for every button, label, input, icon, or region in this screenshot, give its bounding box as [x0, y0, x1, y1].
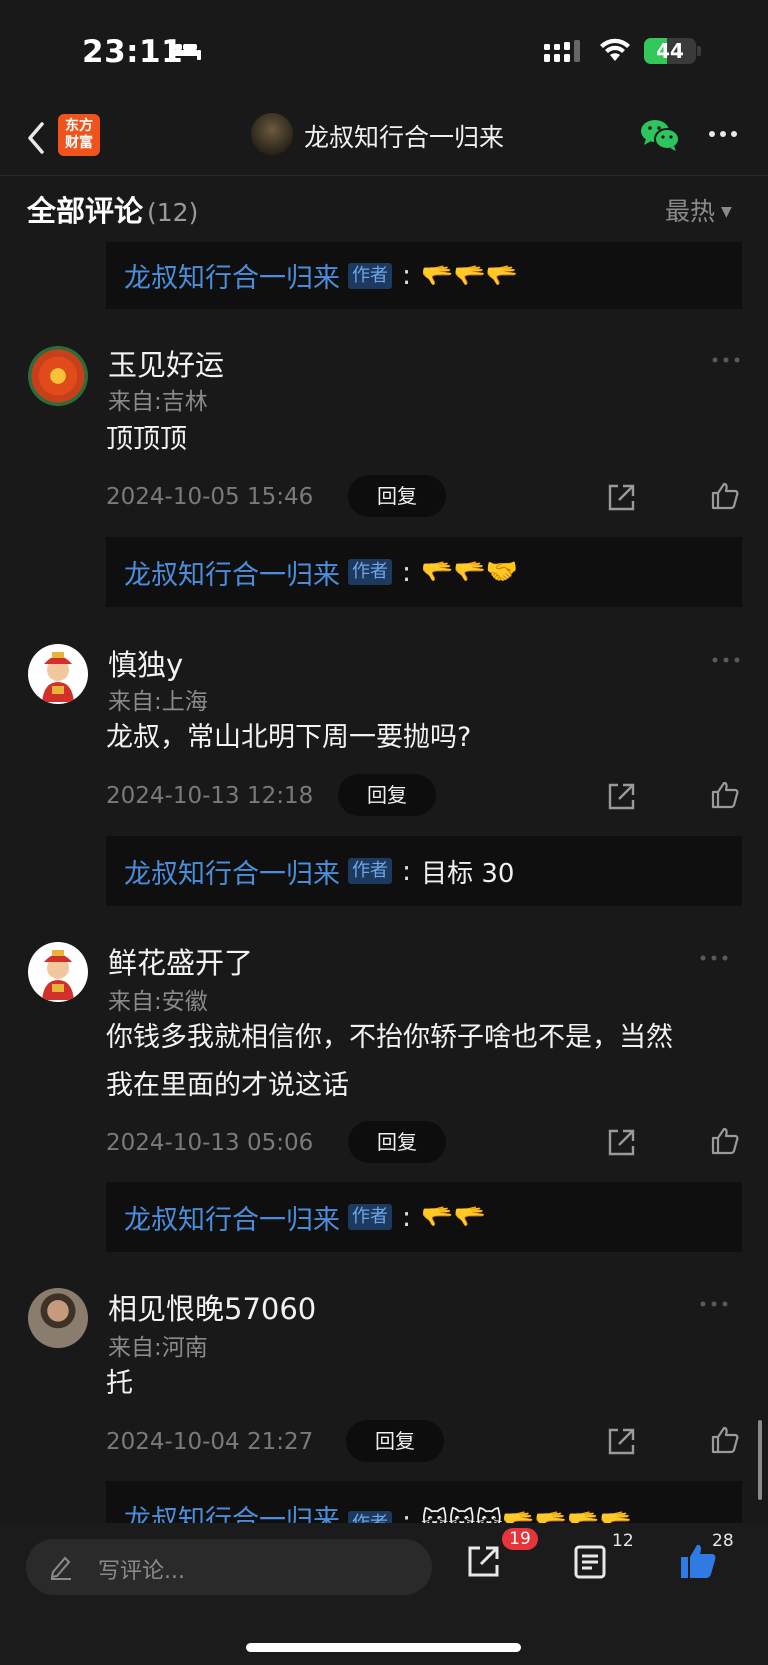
more-options-icon[interactable] — [708, 130, 738, 138]
home-indicator[interactable] — [246, 1643, 521, 1652]
battery-indicator: 44 — [644, 38, 696, 64]
wifi-icon — [600, 38, 630, 61]
avatar[interactable] — [28, 1288, 88, 1348]
comment-count: 12 — [612, 1531, 634, 1551]
comment-date: 2024-10-13 12:18 — [106, 783, 314, 809]
caret-down-icon: ▼ — [721, 204, 732, 220]
logo-line-2: 财富 — [65, 135, 93, 151]
reply-author-name[interactable]: 龙叔知行合一归来 — [124, 553, 340, 592]
thumbs-up-icon[interactable] — [710, 1126, 740, 1156]
comment-origin: 来自:吉林 — [108, 389, 208, 415]
comment-date: 2024-10-05 15:46 — [106, 484, 314, 510]
comment-more-icon[interactable] — [712, 357, 740, 363]
reply-text: 🫳🫳 — [421, 1202, 486, 1232]
comment-list-icon[interactable] — [574, 1545, 606, 1579]
author-reply[interactable]: 龙叔知行合一归来 作者 : 🫳🫳🫳 — [106, 242, 742, 309]
comment-username[interactable]: 慎独y — [108, 642, 183, 684]
author-name-title[interactable]: 龙叔知行合一归来 — [304, 118, 504, 154]
status-bar: 23:11 44 — [0, 0, 768, 100]
comment-username[interactable]: 相见恨晚57060 — [108, 1286, 316, 1328]
eastmoney-logo[interactable]: 东方 财富 — [58, 114, 100, 156]
comment-text-line: 我在里面的才说这话 — [106, 1070, 349, 1101]
comment-origin: 来自:河南 — [108, 1335, 208, 1361]
share-count-badge: 19 — [502, 1528, 538, 1550]
reply-text: 🫳🫳🫳 — [421, 260, 519, 291]
reply-button[interactable]: 回复 — [348, 475, 446, 517]
comments-count: (12) — [147, 198, 199, 227]
comment-more-icon[interactable] — [712, 657, 740, 663]
reply-author-name[interactable]: 龙叔知行合一归来 — [124, 852, 340, 891]
reply-text: 目标 30 — [421, 858, 515, 889]
comment-date: 2024-10-13 05:06 — [106, 1130, 314, 1156]
battery-cap — [697, 46, 701, 56]
wechat-share-icon[interactable] — [640, 118, 680, 152]
thumbs-up-icon[interactable] — [710, 1425, 740, 1455]
thumbs-up-icon[interactable] — [710, 780, 740, 810]
author-badge: 作者 — [348, 1511, 392, 1523]
comment-username[interactable]: 鲜花盛开了 — [108, 940, 253, 982]
reply-button[interactable]: 回复 — [346, 1420, 444, 1462]
comment-input-placeholder: 写评论... — [98, 1559, 185, 1584]
logo-line-1: 东方 — [65, 118, 93, 134]
comment-text: 托 — [106, 1368, 133, 1399]
comment-text: 你钱多我就相信你，不抬你轿子啥也不是，当然 我在里面的才说这话 — [106, 1014, 746, 1110]
author-badge: 作者 — [348, 858, 392, 884]
author-badge: 作者 — [348, 559, 392, 585]
comment-text: 龙叔，常山北明下周一要抛吗? — [106, 722, 472, 753]
author-reply[interactable]: 龙叔知行合一归来 作者 : 🐱🐱🐱🫳🫳🫳🫳 — [106, 1481, 742, 1523]
avatar[interactable] — [28, 346, 88, 406]
author-badge: 作者 — [348, 262, 392, 289]
comment-input[interactable]: 写评论... — [26, 1539, 432, 1595]
share-icon[interactable] — [466, 1545, 500, 1579]
author-badge: 作者 — [348, 1204, 392, 1230]
reply-author-name[interactable]: 龙叔知行合一归来 — [124, 1198, 340, 1237]
comment-text: 顶顶顶 — [106, 424, 187, 455]
share-icon[interactable] — [606, 782, 636, 812]
comment-date: 2024-10-04 21:27 — [106, 1429, 314, 1455]
avatar[interactable] — [28, 644, 88, 704]
share-icon[interactable] — [606, 1427, 636, 1457]
sort-dropdown[interactable]: 最热 ▼ — [665, 192, 732, 228]
share-icon[interactable] — [606, 483, 636, 513]
comments-title: 全部评论 — [27, 194, 144, 228]
reply-text: 🫳🫳🤝 — [421, 557, 519, 587]
reply-author-name[interactable]: 龙叔知行合一归来 — [124, 1498, 340, 1523]
all-comments-heading: 全部评论 (12) — [27, 188, 198, 230]
author-reply[interactable]: 龙叔知行合一归来 作者 : 🫳🫳 — [106, 1182, 742, 1252]
sleep-icon — [169, 40, 201, 60]
comment-username[interactable]: 玉见好运 — [108, 342, 224, 384]
share-icon[interactable] — [606, 1128, 636, 1158]
reply-author-name[interactable]: 龙叔知行合一归来 — [124, 256, 340, 295]
reply-button[interactable]: 回复 — [348, 1121, 446, 1163]
scrollbar[interactable] — [758, 1420, 762, 1500]
author-reply[interactable]: 龙叔知行合一归来 作者 : 目标 30 — [106, 836, 742, 906]
author-reply[interactable]: 龙叔知行合一归来 作者 : 🫳🫳🤝 — [106, 537, 742, 607]
back-arrow-icon[interactable] — [22, 118, 52, 158]
sort-label: 最热 — [665, 197, 716, 226]
battery-level-text: 44 — [656, 39, 684, 63]
reply-text: 🐱🐱🐱🫳🫳🫳🫳 — [421, 1507, 632, 1523]
thumbs-up-icon[interactable] — [710, 481, 740, 511]
comment-text-line: 你钱多我就相信你，不抬你轿子啥也不是，当然 — [106, 1022, 673, 1053]
comment-more-icon[interactable] — [700, 1301, 728, 1307]
cellular-signal-icon — [544, 40, 580, 62]
pen-icon — [50, 1556, 71, 1580]
like-count: 28 — [712, 1531, 734, 1551]
avatar[interactable] — [28, 942, 88, 1002]
author-avatar[interactable] — [251, 113, 293, 155]
reply-button[interactable]: 回复 — [338, 774, 436, 816]
top-nav-bar: 东方 财富 龙叔知行合一归来 — [0, 100, 768, 176]
comment-origin: 来自:安徽 — [108, 989, 208, 1015]
comment-more-icon[interactable] — [700, 955, 728, 961]
comment-origin: 来自:上海 — [108, 689, 208, 715]
